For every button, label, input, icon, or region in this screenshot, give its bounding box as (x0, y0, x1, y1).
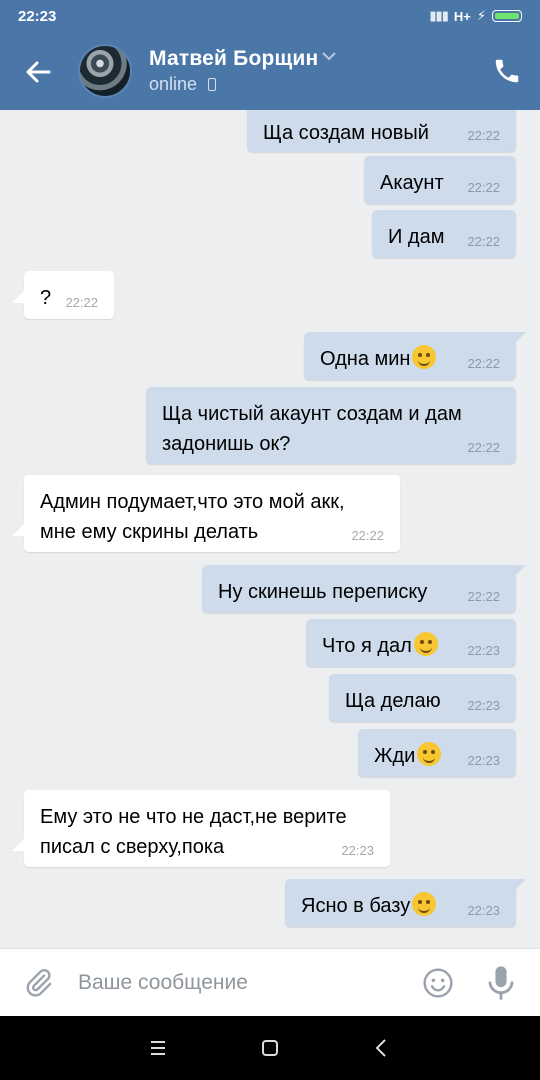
message-bubble-outgoing[interactable]: Ясно в базу 22:23 (285, 879, 526, 927)
contact-avatar[interactable] (78, 44, 132, 98)
message-text: Админ подумает,что это мой акк, мне ему с… (40, 487, 345, 547)
message-line-2: писал с сверху,пока (40, 836, 225, 858)
message-line-1: Ща чистый акаунт создам и дам (162, 403, 462, 425)
status-time: 22:23 (18, 8, 57, 25)
message-composer (0, 948, 540, 1016)
message-text-content: Одна мин (320, 348, 411, 370)
bubble-tail (12, 522, 26, 536)
message-text-content: Что я дал (322, 635, 412, 657)
status-bar: 22:23 ▮▮▮ H+ ⚡ (0, 0, 540, 32)
message-time: 22:23 (467, 903, 500, 918)
signal-icon: ▮▮▮ (429, 8, 448, 23)
wink-emoji-icon (412, 345, 437, 369)
message-text: Акаунт (380, 172, 444, 194)
wink-emoji-icon (413, 632, 438, 656)
message-bubble-incoming[interactable]: Ему это не что не даст,не верите писал с … (12, 790, 390, 867)
charging-icon: ⚡ (476, 8, 486, 23)
message-text: Ща делаю (345, 690, 441, 712)
message-text: Ясно в базу (301, 891, 437, 921)
message-bubble-outgoing[interactable]: Жди 22:23 (358, 729, 516, 777)
message-time: 22:22 (65, 295, 98, 310)
message-text: Ща чистый акаунт создам и дам задонишь ок… (162, 399, 462, 459)
chevron-down-icon[interactable] (322, 52, 336, 61)
menu-icon[interactable] (146, 1036, 170, 1060)
bubble-tail (12, 837, 26, 851)
message-bubble-incoming[interactable]: ? 22:22 (12, 271, 114, 319)
message-line-1: Админ подумает,что это мой акк, (40, 491, 345, 513)
message-text: ? (40, 287, 52, 309)
message-input[interactable] (78, 963, 398, 1003)
message-bubble-outgoing[interactable]: И дам 22:22 (372, 210, 516, 258)
emoji-icon[interactable] (422, 967, 454, 999)
message-time: 22:22 (467, 589, 500, 604)
message-bubble-outgoing[interactable]: Акаунт 22:22 (364, 156, 516, 204)
message-bubble-outgoing[interactable]: Ща чистый акаунт создам и дам задонишь ок… (146, 387, 516, 464)
mobile-phone-icon (208, 78, 216, 91)
message-text-content: Жди (374, 745, 416, 767)
smile-emoji-icon (417, 742, 442, 766)
message-time: 22:22 (351, 528, 384, 543)
chat-header: Матвей Борщин online (0, 32, 540, 110)
back-arrow-icon[interactable] (20, 54, 56, 90)
bubble-tail (514, 332, 526, 344)
back-icon[interactable] (370, 1036, 394, 1060)
message-time: 22:23 (467, 643, 500, 658)
message-time: 22:23 (467, 753, 500, 768)
message-text: Что я дал (322, 631, 438, 661)
status-icons: ▮▮▮ H+ ⚡ (429, 8, 522, 24)
message-text: Жди (374, 741, 442, 771)
laugh-emoji-icon (412, 892, 437, 916)
message-list[interactable]: Ща создам новый 22:22 Акаунт 22:22 И дам… (0, 110, 540, 948)
message-time: 22:23 (467, 698, 500, 713)
network-type: H+ (453, 8, 471, 24)
message-time: 22:22 (467, 440, 500, 455)
battery-icon (492, 10, 522, 22)
message-time: 22:22 (467, 128, 500, 143)
contact-status: online (149, 74, 198, 94)
message-bubble-outgoing[interactable]: Что я дал 22:23 (306, 619, 516, 667)
bubble-tail (514, 879, 526, 891)
message-bubble-outgoing[interactable]: Ща делаю 22:23 (329, 674, 516, 722)
message-text-content: Ясно в базу (301, 895, 411, 917)
message-time: 22:22 (467, 356, 500, 371)
message-bubble-outgoing[interactable]: Ну скинешь переписку 22:22 (202, 565, 526, 613)
message-text: Одна мин (320, 344, 437, 374)
message-line-2: задонишь ок? (162, 433, 291, 455)
message-time: 22:23 (341, 843, 374, 858)
message-text: Ему это не что не даст,не верите писал с … (40, 802, 347, 862)
microphone-icon[interactable] (486, 965, 516, 1001)
message-line-2: мне ему скрины делать (40, 521, 259, 543)
phone-call-icon[interactable] (492, 56, 522, 86)
message-text: И дам (388, 226, 445, 248)
message-time: 22:22 (467, 234, 500, 249)
message-text: Ща создам новый (263, 122, 429, 144)
message-bubble-outgoing[interactable]: Одна мин 22:22 (304, 332, 526, 380)
bubble-tail (12, 289, 26, 303)
message-bubble-outgoing[interactable]: Ща создам новый 22:22 (247, 110, 516, 152)
bubble-tail (514, 565, 526, 577)
contact-name[interactable]: Матвей Борщин (149, 47, 318, 71)
system-nav-bar (0, 1016, 540, 1080)
message-text: Ну скинешь переписку (218, 581, 428, 603)
message-line-1: Ему это не что не даст,не верите (40, 806, 347, 828)
message-time: 22:22 (467, 180, 500, 195)
message-bubble-incoming[interactable]: Админ подумает,что это мой акк, мне ему с… (12, 475, 400, 552)
paperclip-icon[interactable] (22, 967, 54, 999)
home-icon[interactable] (258, 1036, 282, 1060)
